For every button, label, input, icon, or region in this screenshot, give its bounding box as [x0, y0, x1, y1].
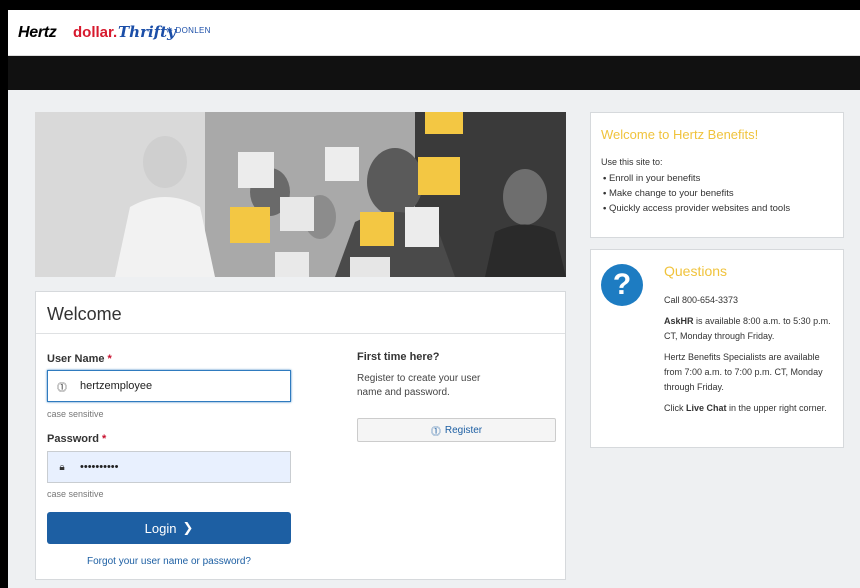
questions-title: Questions [664, 263, 728, 279]
live-chat-note: Click Live Chat in the upper right corne… [664, 401, 834, 416]
live-chat-label: Live Chat [686, 403, 727, 413]
askhr-label: AskHR [664, 316, 694, 326]
login-panel: Welcome User Name * ⓵ hertzemployee case… [35, 291, 566, 580]
login-button[interactable]: Login ❯ [47, 512, 291, 544]
benefits-title: Welcome to Hertz Benefits! [601, 127, 759, 142]
call-number: Call 800-654-3373 [664, 295, 739, 305]
chevron-right-icon: ❯ [182, 520, 194, 535]
benefits-intro: Use this site to: [601, 157, 663, 167]
password-hint: case sensitive [47, 489, 104, 499]
user-icon: ⓵ [57, 382, 67, 394]
donlen-mark-icon: ❋ [166, 26, 174, 35]
login-button-label: Login [144, 520, 177, 536]
user-icon: ⓵ [430, 426, 441, 438]
question-mark-icon: ? [601, 264, 643, 306]
password-input[interactable]: 🔒︎ •••••••••• [47, 451, 291, 483]
required-mark: * [102, 433, 107, 445]
lock-icon: 🔒︎ [59, 461, 65, 473]
username-label: User Name * [47, 353, 112, 365]
hero-image [35, 112, 566, 277]
divider [36, 333, 565, 334]
register-button[interactable]: ⓵ Register [357, 418, 556, 442]
askhr-hours: AskHR is available 8:00 a.m. to 5:30 p.m… [664, 314, 834, 344]
first-time-title: First time here? [357, 351, 440, 363]
register-description: Register to create your user name and pa… [357, 373, 481, 398]
username-hint: case sensitive [47, 409, 104, 419]
password-value[interactable]: •••••••••• [76, 461, 119, 473]
password-label: Password * [47, 433, 106, 445]
list-item: Enroll in your benefits [603, 171, 790, 186]
specialists-hours: Hertz Benefits Specialists are available… [664, 352, 823, 392]
page-frame: Hertz dollar. Thrifty ❋ DONLEN Welcome U… [8, 10, 860, 588]
donlen-label: DONLEN [175, 26, 211, 35]
register-button-label: Register [444, 424, 483, 436]
forgot-credentials-link[interactable]: Forgot your user name or password? [47, 556, 291, 567]
password-label-text: Password [47, 433, 99, 445]
main-navbar [8, 56, 860, 90]
click-pre: Click [664, 403, 686, 413]
login-title: Welcome [47, 304, 122, 324]
username-input[interactable]: ⓵ hertzemployee [47, 370, 291, 402]
donlen-logo[interactable]: ❋ DONLEN [166, 27, 211, 35]
benefits-list: Enroll in your benefits Make change to y… [603, 171, 790, 216]
list-item: Quickly access provider websites and too… [603, 201, 790, 216]
brand-header: Hertz dollar. Thrifty ❋ DONLEN [8, 10, 860, 56]
username-label-text: User Name [47, 353, 105, 365]
required-mark: * [107, 353, 112, 365]
questions-panel: ? Questions Call 800-654-3373 AskHR is a… [590, 249, 844, 448]
hero-photo-illustration [35, 112, 566, 277]
dollar-logo[interactable]: dollar. [73, 25, 117, 40]
list-item: Make change to your benefits [603, 186, 790, 201]
username-value[interactable]: hertzemployee [76, 380, 152, 392]
benefits-panel: Welcome to Hertz Benefits! Use this site… [590, 112, 844, 238]
click-post: in the upper right corner. [726, 403, 827, 413]
hertz-logo[interactable]: Hertz [18, 25, 57, 41]
